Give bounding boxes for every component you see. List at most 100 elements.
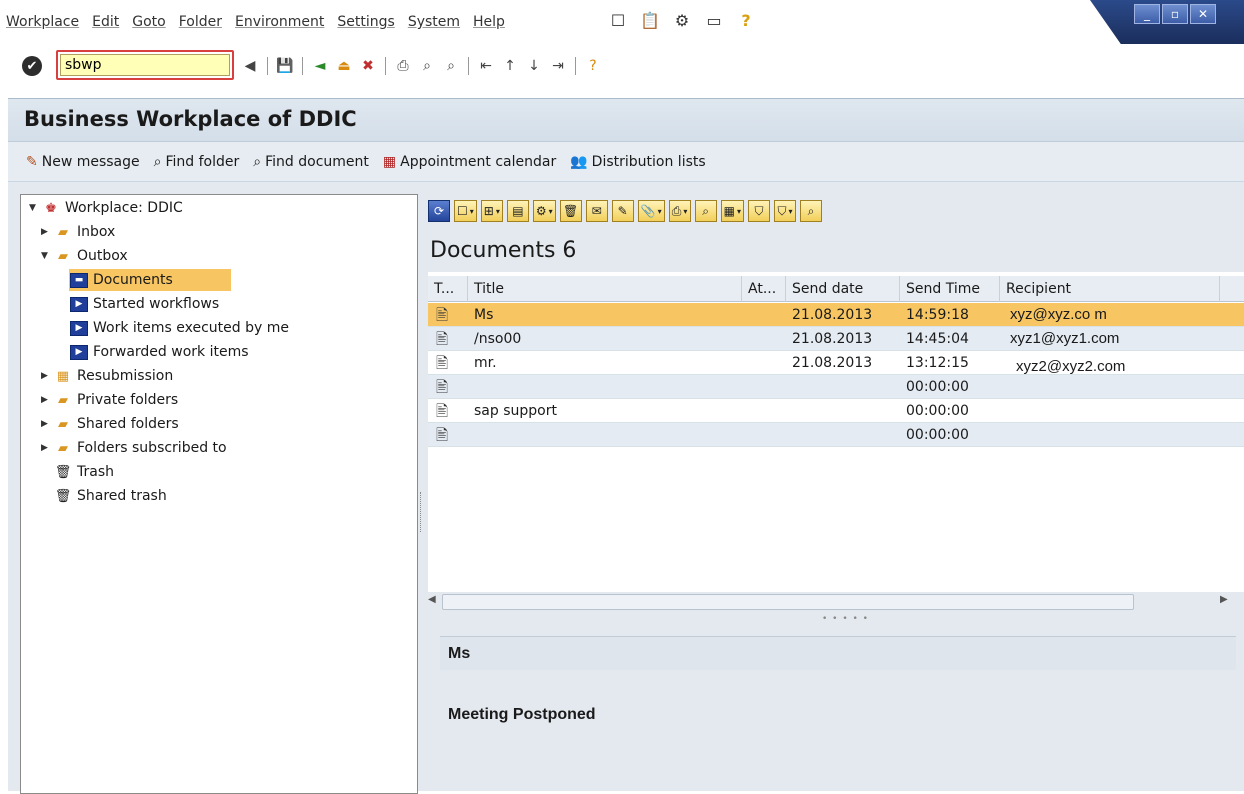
column-header-attachment[interactable]: At...: [742, 276, 786, 302]
tree-node-resubmission[interactable]: ▶ ▦ Resubmission: [41, 365, 173, 387]
help-circle-icon[interactable]: ?: [583, 56, 603, 76]
expand-arrow-icon[interactable]: ▶: [41, 443, 53, 453]
execute-button[interactable]: ⚙ ▾: [532, 200, 556, 222]
menu-goto[interactable]: Goto: [132, 14, 165, 30]
tree-node-documents[interactable]: ▬ Documents: [69, 269, 231, 291]
preview-splitter[interactable]: • • • • •: [822, 614, 869, 624]
tree-node-forwarded-work-items[interactable]: ▶ Forwarded work items: [69, 341, 249, 363]
menu-bar: Workplace Edit Goto Folder Environment S…: [0, 0, 1244, 46]
refresh-icon[interactable]: ⟳: [428, 200, 450, 222]
new-message-button[interactable]: ✎ New message: [26, 154, 140, 170]
column-header-type[interactable]: T...: [428, 276, 468, 302]
expand-arrow-icon[interactable]: ▶: [41, 419, 53, 429]
enter-icon[interactable]: ✔: [22, 56, 42, 76]
layout-button[interactable]: ▦ ▾: [720, 200, 744, 222]
tree-node-shared-folders[interactable]: ▶ ▰ Shared folders: [41, 413, 179, 435]
binoculars-icon: ⌕: [153, 153, 162, 170]
maximize-icon[interactable]: ▫: [1162, 4, 1188, 24]
table-row[interactable]: 🖹 /nso00 21.08.2013 14:45:04 xyz1@xyz1.c…: [428, 327, 1244, 351]
layout-menu-icon[interactable]: ⚙: [672, 10, 692, 30]
tree-node-work-items-executed[interactable]: ▶ Work items executed by me: [69, 317, 289, 339]
clipboard-icon[interactable]: 📋: [640, 10, 660, 30]
menu-edit[interactable]: Edit: [92, 14, 119, 30]
table-row[interactable]: 🖹 Ms 21.08.2013 14:59:18 xyz@xyz.co m: [428, 303, 1244, 327]
tree-node-trash[interactable]: 🗑 Trash: [53, 461, 114, 483]
filter-options-button[interactable]: ⛉ ▾: [773, 200, 796, 222]
table-row[interactable]: 🖹 sap support 00:00:00: [428, 399, 1244, 423]
edit-icon[interactable]: ✎: [611, 200, 634, 222]
table-row[interactable]: 🖹 00:00:00: [428, 375, 1244, 399]
column-header-send-date[interactable]: Send date: [786, 276, 900, 302]
calendar-icon: ▦: [382, 153, 397, 170]
appointment-calendar-button[interactable]: ▦ Appointment calendar: [383, 154, 556, 170]
tree-node-inbox[interactable]: ▶ ▰ Inbox: [41, 221, 115, 243]
tree-node-shared-trash[interactable]: 🗑 Shared trash: [53, 485, 167, 507]
column-header-send-time[interactable]: Send Time: [900, 276, 1000, 302]
workflow-icon: ▶: [69, 320, 89, 336]
next-page-icon[interactable]: ↓: [524, 56, 544, 76]
scroll-right-icon[interactable]: ▶: [1220, 594, 1228, 605]
documents-table: T... Title At... Send date Send Time Rec…: [428, 272, 1244, 592]
details-button[interactable]: ⊞ ▾: [480, 200, 503, 222]
exit-icon[interactable]: ⏏: [334, 56, 354, 76]
find-next-icon[interactable]: ⌕: [441, 56, 461, 76]
attach-button[interactable]: 📎 ▾: [637, 200, 665, 222]
window-icon[interactable]: ▭: [704, 10, 724, 30]
new-document-button[interactable]: ☐ ▾: [454, 200, 477, 222]
filter-icon[interactable]: ⛉: [747, 200, 770, 222]
close-icon[interactable]: ✕: [1190, 4, 1216, 24]
find-icon[interactable]: ⌕: [799, 200, 822, 222]
table-row[interactable]: 🖹 00:00:00: [428, 423, 1244, 447]
column-header-recipient[interactable]: Recipient: [1000, 276, 1220, 302]
menu-workplace[interactable]: Workplace: [6, 14, 79, 30]
table-row[interactable]: 🖹 mr. 21.08.2013 13:12:15 xyz2@xyz2.com: [428, 351, 1244, 375]
scroll-left-icon[interactable]: ◀: [428, 594, 436, 605]
menu-settings[interactable]: Settings: [337, 14, 394, 30]
document-panel: ⟳ ☐ ▾ ⊞ ▾ ▤ ⚙ ▾ 🗑 ✉ ✎ 📎 ▾ ⎙ ▾ ⌕ ▦ ▾ ⛉ ⛉ ▾ ⌕ Doc…: [428, 182, 1244, 791]
command-field[interactable]: [60, 54, 230, 76]
history-dropdown-icon[interactable]: ◀: [240, 56, 260, 76]
print-icon[interactable]: ⎙: [393, 56, 413, 76]
row-send-date: 21.08.2013: [792, 355, 873, 371]
row-title: Ms: [474, 307, 494, 323]
tree-node-private-folders[interactable]: ▶ ▰ Private folders: [41, 389, 178, 411]
new-session-icon[interactable]: ☐: [608, 10, 628, 30]
find-document-button[interactable]: ⌕ Find document: [253, 154, 369, 170]
panel-splitter[interactable]: [420, 492, 424, 532]
table-header: T... Title At... Send date Send Time Rec…: [428, 276, 1244, 302]
tree-node-outbox[interactable]: ▼ ▰ Outbox: [41, 245, 128, 267]
minimize-icon[interactable]: _: [1134, 4, 1160, 24]
find-icon[interactable]: ⌕: [417, 56, 437, 76]
forward-icon[interactable]: ✉: [585, 200, 608, 222]
expand-arrow-icon[interactable]: ▼: [29, 203, 41, 213]
expand-arrow-icon[interactable]: ▶: [41, 395, 53, 405]
find-folder-button[interactable]: ⌕ Find folder: [154, 154, 240, 170]
horizontal-scrollbar[interactable]: ◀ ▶: [428, 592, 1234, 612]
scrollbar-track[interactable]: [442, 594, 1134, 610]
tree-node-workplace[interactable]: ▼ ♚ Workplace: DDIC: [29, 197, 183, 219]
expand-arrow-icon[interactable]: ▶: [41, 227, 53, 237]
menu-system[interactable]: System: [408, 14, 460, 30]
row-send-date: 21.08.2013: [792, 331, 873, 347]
menu-folder[interactable]: Folder: [179, 14, 222, 30]
first-page-icon[interactable]: ⇤: [476, 56, 496, 76]
last-page-icon[interactable]: ⇥: [548, 56, 568, 76]
distribution-lists-button[interactable]: 👥 Distribution lists: [570, 154, 705, 170]
back-icon[interactable]: ◄: [310, 56, 330, 76]
delete-icon[interactable]: 🗑: [559, 200, 582, 222]
column-header-title[interactable]: Title: [468, 276, 742, 302]
cancel-icon[interactable]: ✖: [358, 56, 378, 76]
tree-node-folders-subscribed[interactable]: ▶ ▰ Folders subscribed to: [41, 437, 227, 459]
save-icon[interactable]: 💾: [275, 56, 295, 76]
print-button[interactable]: ⎙ ▾: [668, 200, 691, 222]
tree-node-started-workflows[interactable]: ▶ Started workflows: [69, 293, 219, 315]
search-icon[interactable]: ⌕: [694, 200, 717, 222]
collapse-arrow-icon[interactable]: ▼: [41, 251, 53, 261]
menu-help[interactable]: Help: [473, 14, 505, 30]
row-send-time: 00:00:00: [906, 379, 969, 395]
expand-arrow-icon[interactable]: ▶: [41, 371, 53, 381]
display-button[interactable]: ▤: [506, 200, 529, 222]
help-icon[interactable]: ?: [736, 10, 756, 30]
menu-environment[interactable]: Environment: [235, 14, 324, 30]
previous-page-icon[interactable]: ↑: [500, 56, 520, 76]
